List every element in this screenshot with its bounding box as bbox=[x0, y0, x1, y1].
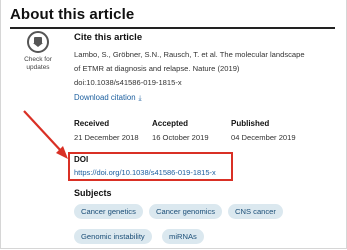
subjects-heading: Subjects bbox=[74, 188, 112, 198]
subject-tag-genomic-instability[interactable]: Genomic instability bbox=[74, 229, 152, 244]
subject-tag-cns-cancer[interactable]: CNS cancer bbox=[228, 204, 283, 219]
subject-tag-mirnas[interactable]: miRNAs bbox=[162, 229, 204, 244]
subject-tag-cancer-genetics[interactable]: Cancer genetics bbox=[74, 204, 143, 219]
subject-tag-cancer-genomics[interactable]: Cancer genomics bbox=[149, 204, 223, 219]
arrow-shaft bbox=[23, 110, 63, 153]
